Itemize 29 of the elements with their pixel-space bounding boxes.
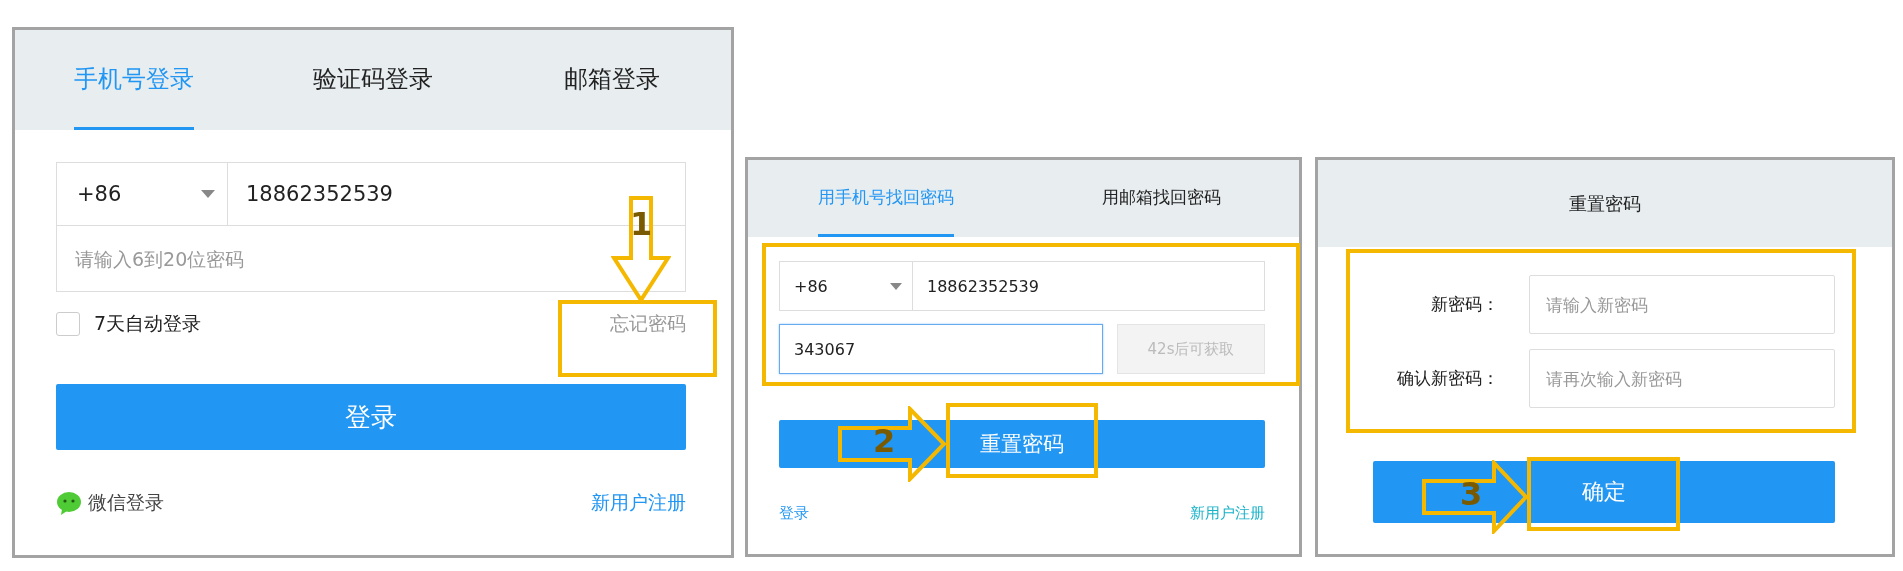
- field-label: 确认新密码：: [1396, 367, 1499, 390]
- wechat-login-link[interactable]: 微信登录: [56, 490, 164, 516]
- login-tab[interactable]: 手机号登录: [74, 30, 195, 130]
- recover-tab[interactable]: 用邮箱找回密码: [1101, 160, 1221, 237]
- login-tab[interactable]: 验证码登录: [313, 30, 433, 130]
- password-field[interactable]: 请输入新密码: [1529, 275, 1835, 334]
- country-code-select[interactable]: +86: [56, 162, 228, 226]
- recover-tab[interactable]: 用手机号找回密码: [817, 160, 954, 237]
- auto-login-label: 7天自动登录: [94, 311, 202, 336]
- register-link[interactable]: 新用户注册: [591, 490, 686, 516]
- caret-icon: [201, 190, 215, 198]
- country-code-select[interactable]: +86: [779, 261, 913, 311]
- phone-field[interactable]: 18862352539: [913, 261, 1265, 311]
- caret-icon: [890, 282, 902, 290]
- checkbox[interactable]: [56, 312, 80, 336]
- login-button[interactable]: 登录: [56, 384, 686, 450]
- login-tab[interactable]: 邮箱登录: [563, 30, 660, 130]
- step-number: 3: [1460, 478, 1483, 510]
- forgot-password-link[interactable]: 忘记密码: [610, 311, 686, 337]
- register-link[interactable]: 新用户注册: [1190, 504, 1265, 523]
- password-field[interactable]: 请再次输入新密码: [1529, 349, 1835, 408]
- field-label: 新密码：: [1430, 293, 1499, 316]
- verification-code-field[interactable]: 343067: [779, 324, 1103, 374]
- step-number: 2: [873, 425, 896, 457]
- right-arrow-icon: [838, 406, 948, 482]
- chat-bubble-icon: [56, 490, 82, 516]
- right-arrow-icon: [1422, 460, 1530, 534]
- login-link[interactable]: 登录: [779, 504, 809, 523]
- panel-title: 重置密码: [1569, 191, 1641, 216]
